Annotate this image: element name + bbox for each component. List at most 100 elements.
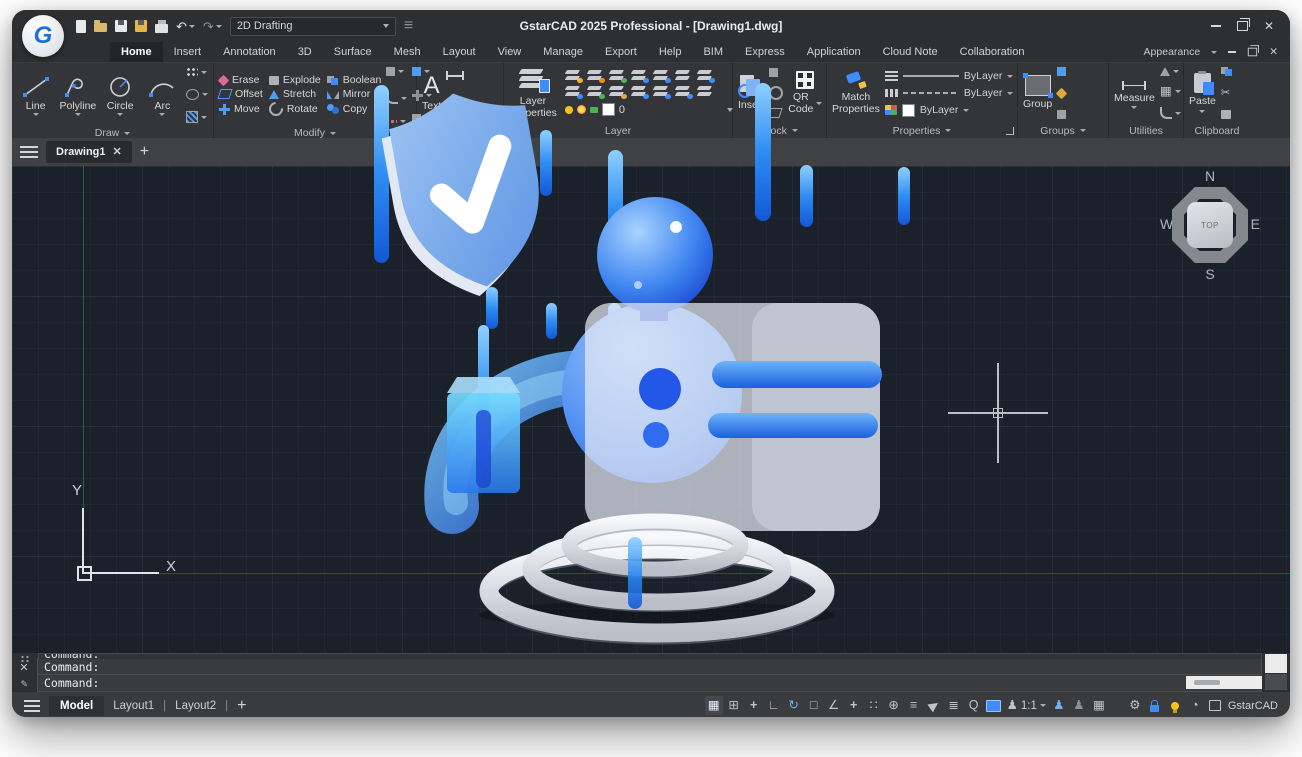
chevron-down-icon[interactable] (33, 113, 39, 116)
viewcube-north[interactable]: N (1160, 168, 1260, 184)
view-cube[interactable]: N S W E TOP (1160, 168, 1260, 282)
panel-title-layer[interactable]: Layer (504, 123, 732, 138)
define-attribute-icon[interactable] (769, 68, 778, 77)
chevron-down-icon[interactable] (1175, 112, 1181, 115)
polar-tracking-icon[interactable]: ↻ (785, 696, 803, 715)
tool-circle[interactable]: Circle (102, 75, 139, 116)
measure-button[interactable]: Measure (1114, 77, 1155, 109)
point-style-icon[interactable] (186, 67, 198, 77)
open-file-icon[interactable] (94, 23, 107, 32)
document-tab[interactable]: Drawing1 ✕ (46, 141, 132, 163)
chevron-down-icon[interactable] (117, 113, 123, 116)
tool-line[interactable]: Line (17, 75, 54, 116)
layer-walk-icon[interactable] (587, 85, 603, 97)
panel-title-block[interactable]: Block (733, 123, 826, 138)
ribbon-tab-home[interactable]: Home (110, 42, 163, 62)
undo-dropdown-icon[interactable] (189, 25, 195, 28)
layer-properties-button[interactable]: Layer Properties (509, 67, 557, 119)
angle-snap-icon[interactable]: ∠ (825, 696, 843, 715)
sync-attribute-icon[interactable] (769, 86, 783, 100)
insert-block-button[interactable]: Insert (738, 75, 764, 111)
osnap-settings-icon[interactable]: + (845, 696, 863, 715)
tool-text[interactable]: A Text (422, 74, 441, 112)
object-track-icon[interactable]: ⊕ (885, 696, 903, 715)
ellipse-icon[interactable] (186, 89, 199, 100)
lineweight-display-icon[interactable]: ≡ (905, 696, 923, 715)
command-grip-icon[interactable] (20, 655, 31, 662)
tool-boolean[interactable]: Boolean (327, 74, 382, 86)
layer-thaw-icon[interactable] (587, 69, 603, 81)
ortho-icon[interactable]: ∟ (765, 696, 783, 715)
snap-mode-icon[interactable]: + (745, 696, 763, 715)
drawing-canvas[interactable]: Y X N S W E TOP (12, 166, 1290, 653)
hint-bulb-icon[interactable] (1166, 696, 1184, 715)
close-tab-icon[interactable]: ✕ (113, 147, 122, 158)
tool-mirror[interactable]: Mirror (327, 88, 382, 100)
tool-arc[interactable]: Arc (144, 75, 181, 116)
group-edit-icon[interactable] (1057, 67, 1066, 76)
dimension-icon[interactable] (446, 71, 464, 80)
print-icon[interactable] (155, 24, 168, 33)
ungroup-icon[interactable] (1056, 87, 1067, 98)
chevron-down-icon[interactable] (1173, 70, 1179, 73)
ribbon-tab-collaboration[interactable]: Collaboration (949, 42, 1036, 62)
color-select[interactable]: ByLayer (885, 103, 1014, 118)
ribbon-tab-3d[interactable]: 3D (287, 42, 323, 62)
minimize-icon[interactable] (1211, 25, 1221, 27)
chevron-down-icon[interactable] (201, 71, 207, 74)
redo-dropdown-icon[interactable] (216, 25, 222, 28)
layer-on-icon[interactable] (565, 69, 581, 81)
gstarcad-logo[interactable]: G (22, 15, 64, 57)
ribbon-tab-layout[interactable]: Layout (432, 42, 487, 62)
ribbon-tab-express[interactable]: Express (734, 42, 796, 62)
angle-measure-icon[interactable] (1160, 67, 1170, 76)
new-tab-icon[interactable]: + (140, 144, 149, 160)
tab-layout1[interactable]: Layout1 (113, 700, 154, 712)
table-icon[interactable] (446, 103, 462, 115)
redo-icon[interactable]: ↷ (203, 20, 214, 33)
dialog-launcher-icon[interactable] (1006, 127, 1014, 135)
close-icon[interactable]: ✕ (1264, 20, 1274, 32)
new-file-icon[interactable] (76, 20, 86, 33)
new-layout-icon[interactable]: + (237, 698, 246, 714)
chevron-down-icon[interactable] (1175, 90, 1181, 93)
ribbon-tab-surface[interactable]: Surface (323, 42, 383, 62)
grid-display-icon[interactable]: ⊞ (725, 696, 743, 715)
chevron-down-icon[interactable] (201, 116, 207, 119)
layer-off-icon[interactable] (675, 69, 691, 81)
layer-unlock-icon[interactable] (609, 69, 625, 81)
viewcube-west[interactable]: W (1160, 216, 1173, 232)
annotation-monitor-icon[interactable] (985, 696, 1003, 715)
performance-icon[interactable]: ◔ (1186, 696, 1204, 715)
command-input[interactable]: Command: (37, 674, 1262, 692)
ribbon-tab-manage[interactable]: Manage (532, 42, 594, 62)
command-hscrollbar[interactable] (1186, 676, 1262, 689)
layer-lock-icon[interactable] (609, 85, 625, 97)
lineweight-select[interactable]: ByLayer (885, 69, 1014, 84)
tool-offset[interactable]: Offset (219, 88, 263, 100)
ribbon-tab-application[interactable]: Application (796, 42, 872, 62)
save-icon[interactable] (115, 20, 127, 32)
array-icon[interactable] (386, 67, 395, 76)
command-history[interactable]: Command: (38, 653, 1262, 659)
annotation-scale-control[interactable]: ♟ 1:1 (1005, 696, 1048, 715)
tool-copy[interactable]: Copy (327, 102, 382, 116)
chevron-down-icon[interactable] (401, 97, 407, 100)
layer-delete-icon[interactable] (653, 85, 669, 97)
doc-minimize-icon[interactable] (1228, 51, 1236, 53)
chevron-down-icon[interactable] (159, 113, 165, 116)
close-command-icon[interactable]: ✕ (16, 661, 32, 674)
restore-icon[interactable] (1237, 21, 1248, 31)
customize-toolbar-icon[interactable]: ≡ (404, 18, 413, 34)
layer-isolate-icon[interactable] (631, 69, 647, 81)
settings-gear-icon[interactable]: ⚙ (1126, 696, 1144, 715)
viewcube-south[interactable]: S (1160, 266, 1260, 282)
paste-button[interactable]: Paste (1189, 73, 1216, 112)
copy-clip-icon[interactable] (1221, 67, 1233, 76)
ribbon-tab-mesh[interactable]: Mesh (383, 42, 432, 62)
calculator-icon[interactable]: ▦ (1160, 85, 1172, 98)
tool-rotate[interactable]: Rotate (269, 102, 321, 116)
break-icon[interactable] (386, 120, 397, 123)
layer-prev-icon[interactable] (565, 85, 581, 97)
lock-ui-icon[interactable] (1146, 696, 1164, 715)
